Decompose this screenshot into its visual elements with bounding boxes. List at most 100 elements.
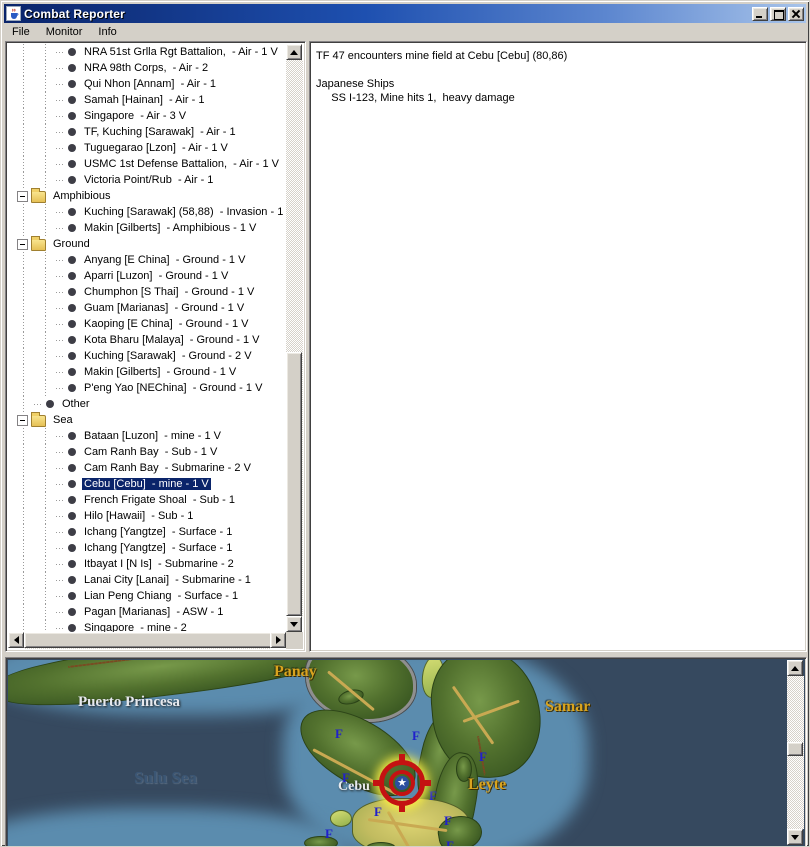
tree-connector bbox=[56, 204, 65, 220]
tree-item-tf-kuching-sarawak-air-1[interactable]: TF, Kuching [Sarawak] - Air - 1 bbox=[12, 124, 286, 140]
minimize-button[interactable] bbox=[752, 6, 768, 21]
tree-item-kuching-sarawak-58-88-invasion-1-v[interactable]: Kuching [Sarawak] (58,88) - Invasion - 1… bbox=[12, 204, 286, 220]
menu-item-file[interactable]: File bbox=[4, 25, 38, 39]
tree-item-lian-peng-chiang-surface-1[interactable]: Lian Peng Chiang - Surface - 1 bbox=[12, 588, 286, 604]
bullet-icon bbox=[68, 112, 76, 120]
tree-item-cam-ranh-bay-submarine-2-v[interactable]: Cam Ranh Bay - Submarine - 2 V bbox=[12, 460, 286, 476]
tree-scrollbar-vertical[interactable] bbox=[286, 44, 303, 632]
menu-item-info[interactable]: Info bbox=[90, 25, 124, 39]
tree-item-victoria-point-rub-air-1[interactable]: Victoria Point/Rub - Air - 1 bbox=[12, 172, 286, 188]
tree-connector bbox=[56, 492, 65, 508]
tree-item-other[interactable]: Other bbox=[12, 396, 286, 412]
tree-item-label: Chumphon [S Thai] - Ground - 1 V bbox=[84, 286, 255, 298]
collapse-expander-icon[interactable] bbox=[17, 414, 28, 426]
tree-item-label: Singapore - Air - 3 V bbox=[84, 110, 187, 122]
map-view[interactable]: Panay Puerto Princesa Sulu Sea Samar Leyte Ce… bbox=[8, 660, 787, 847]
tree-indent-guide bbox=[34, 172, 56, 188]
tree-indent-guide bbox=[34, 588, 56, 604]
tree-item-makin-gilberts-ground-1-v[interactable]: Makin [Gilberts] - Ground - 1 V bbox=[12, 364, 286, 380]
tree-item-lanai-city-lanai-submarine-1[interactable]: Lanai City [Lanai] - Submarine - 1 bbox=[12, 572, 286, 588]
tree-item-ichang-yangtze-surface-1[interactable]: Ichang [Yangtze] - Surface - 1 bbox=[12, 524, 286, 540]
tree-indent-guide bbox=[12, 252, 34, 268]
tree-connector bbox=[56, 476, 65, 492]
tree-connector bbox=[56, 140, 65, 156]
menu-item-monitor[interactable]: Monitor bbox=[38, 25, 91, 39]
tree-item-chumphon-s-thai-ground-1-v[interactable]: Chumphon [S Thai] - Ground - 1 V bbox=[12, 284, 286, 300]
tree-item-makin-gilberts-amphibious-1-v[interactable]: Makin [Gilberts] - Amphibious - 1 V bbox=[12, 220, 286, 236]
tree-item-bataan-luzon-mine-1-v[interactable]: Bataan [Luzon] - mine - 1 V bbox=[12, 428, 286, 444]
tree-folder-amphibious[interactable]: Amphibious bbox=[12, 188, 286, 204]
tree-indent-guide bbox=[34, 460, 56, 476]
title-bar[interactable]: Combat Reporter bbox=[4, 4, 806, 23]
friendly-base-marker: F bbox=[446, 838, 454, 847]
tree-item-label: Ichang [Yangtze] - Surface - 1 bbox=[84, 526, 233, 538]
tree-item-label: NRA 51st Grlla Rgt Battalion, - Air - 1 … bbox=[84, 46, 278, 58]
bullet-icon bbox=[68, 448, 76, 456]
tree-item-p-eng-yao-nechina-ground-1-v[interactable]: P'eng Yao [NEChina] - Ground - 1 V bbox=[12, 380, 286, 396]
tree-item-guam-marianas-ground-1-v[interactable]: Guam [Marianas] - Ground - 1 V bbox=[12, 300, 286, 316]
tree-item-kota-bharu-malaya-ground-1-v[interactable]: Kota Bharu [Malaya] - Ground - 1 V bbox=[12, 332, 286, 348]
scroll-down-button[interactable] bbox=[286, 616, 302, 632]
tree-connector bbox=[56, 156, 65, 172]
tree-item-kaoping-e-china-ground-1-v[interactable]: Kaoping [E China] - Ground - 1 V bbox=[12, 316, 286, 332]
tree-item-anyang-e-china-ground-1-v[interactable]: Anyang [E China] - Ground - 1 V bbox=[12, 252, 286, 268]
tree-item-nra-51st-grlla-rgt-battalion-air-1-v[interactable]: NRA 51st Grlla Rgt Battalion, - Air - 1 … bbox=[12, 44, 286, 60]
scroll-thumb[interactable] bbox=[24, 632, 272, 648]
bullet-icon bbox=[68, 256, 76, 264]
tree-item-ichang-yangtze-surface-1[interactable]: Ichang [Yangtze] - Surface - 1 bbox=[12, 540, 286, 556]
tree-indent-guide bbox=[12, 620, 34, 632]
collapse-expander-icon[interactable] bbox=[17, 190, 28, 202]
tree-item-qui-nhon-annam-air-1[interactable]: Qui Nhon [Annam] - Air - 1 bbox=[12, 76, 286, 92]
tree-connector bbox=[56, 348, 65, 364]
tree-item-french-frigate-shoal-sub-1[interactable]: French Frigate Shoal - Sub - 1 bbox=[12, 492, 286, 508]
tree-item-label: Amphibious bbox=[53, 190, 111, 202]
tree-item-label: USMC 1st Defense Battalion, - Air - 1 V bbox=[84, 158, 280, 170]
scroll-down-button[interactable] bbox=[787, 829, 803, 845]
tree-indent-guide bbox=[12, 380, 34, 396]
close-button[interactable] bbox=[788, 6, 804, 21]
tree-folder-sea[interactable]: Sea bbox=[12, 412, 286, 428]
tree-item-samah-hainan-air-1[interactable]: Samah [Hainan] - Air - 1 bbox=[12, 92, 286, 108]
map-panel: Panay Puerto Princesa Sulu Sea Samar Leyte Ce… bbox=[5, 657, 807, 847]
combat-event-tree[interactable]: NRA 51st Grlla Rgt Battalion, - Air - 1 … bbox=[8, 44, 286, 632]
tree-item-aparri-luzon-ground-1-v[interactable]: Aparri [Luzon] - Ground - 1 V bbox=[12, 268, 286, 284]
tree-item-pagan-marianas-asw-1[interactable]: Pagan [Marianas] - ASW - 1 bbox=[12, 604, 286, 620]
maximize-button[interactable] bbox=[770, 6, 786, 21]
friendly-base-marker: F bbox=[429, 788, 437, 803]
tree-item-itbayat-i-n-is-submarine-2[interactable]: Itbayat I [N Is] - Submarine - 2 bbox=[12, 556, 286, 572]
tree-connector bbox=[56, 460, 65, 476]
scroll-up-button[interactable] bbox=[787, 660, 803, 676]
tree-item-cebu-cebu-mine-1-v[interactable]: Cebu [Cebu] - mine - 1 V bbox=[12, 476, 286, 492]
tree-item-kuching-sarawak-ground-2-v[interactable]: Kuching [Sarawak] - Ground - 2 V bbox=[12, 348, 286, 364]
folder-icon bbox=[31, 188, 46, 203]
scroll-thumb[interactable] bbox=[286, 352, 302, 616]
scrollbar-corner bbox=[286, 632, 303, 649]
scroll-left-button[interactable] bbox=[8, 632, 24, 648]
tree-indent-guide bbox=[34, 252, 56, 268]
tree-item-tuguegarao-lzon-air-1-v[interactable]: Tuguegarao [Lzon] - Air - 1 V bbox=[12, 140, 286, 156]
tree-indent-guide bbox=[12, 76, 34, 92]
tree-scrollbar-horizontal[interactable] bbox=[8, 632, 286, 649]
tree-item-label: Sea bbox=[53, 414, 73, 426]
scroll-up-button[interactable] bbox=[286, 44, 302, 60]
scroll-thumb[interactable] bbox=[787, 742, 803, 756]
scroll-right-button[interactable] bbox=[270, 632, 286, 648]
tree-item-nra-98th-corps-air-2[interactable]: NRA 98th Corps, - Air - 2 bbox=[12, 60, 286, 76]
tree-indent-guide bbox=[12, 508, 34, 524]
collapse-expander-icon[interactable] bbox=[17, 238, 28, 250]
tree-item-hilo-hawaii-sub-1[interactable]: Hilo [Hawaii] - Sub - 1 bbox=[12, 508, 286, 524]
left-arrow-icon bbox=[13, 636, 19, 644]
tree-folder-ground[interactable]: Ground bbox=[12, 236, 286, 252]
tree-connector bbox=[56, 556, 65, 572]
tree-item-singapore-air-3-v[interactable]: Singapore - Air - 3 V bbox=[12, 108, 286, 124]
map-scrollbar-vertical[interactable] bbox=[787, 660, 804, 845]
bullet-icon bbox=[68, 176, 76, 184]
map-label-puerto-princesa: Puerto Princesa bbox=[78, 694, 181, 710]
tree-item-usmc-1st-defense-battalion-air-1-v[interactable]: USMC 1st Defense Battalion, - Air - 1 V bbox=[12, 156, 286, 172]
tree-item-cam-ranh-bay-sub-1-v[interactable]: Cam Ranh Bay - Sub - 1 V bbox=[12, 444, 286, 460]
bullet-icon bbox=[68, 576, 76, 584]
tree-connector bbox=[56, 588, 65, 604]
tree-item-singapore-mine-2[interactable]: Singapore - mine - 2 bbox=[12, 620, 286, 632]
target-tick bbox=[421, 780, 431, 786]
tree-item-label: Kuching [Sarawak] (58,88) - Invasion - 1… bbox=[84, 206, 286, 218]
